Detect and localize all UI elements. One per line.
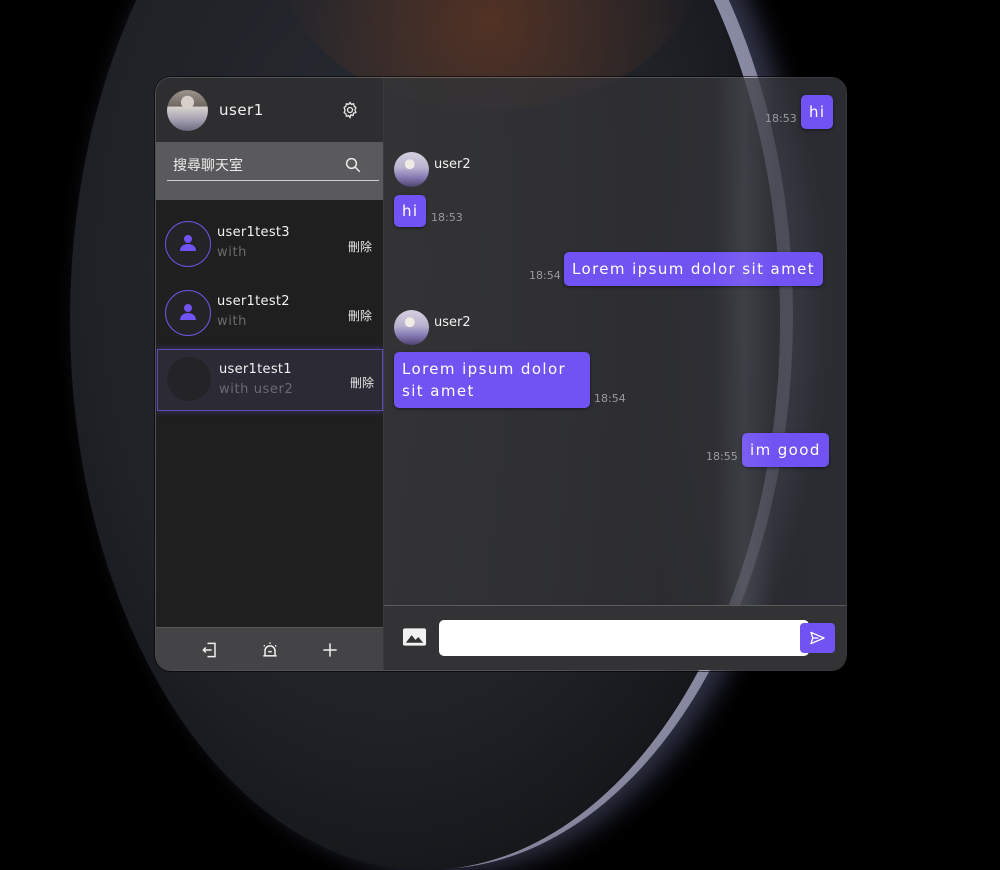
message-time: 18:53 xyxy=(431,211,463,224)
user-avatar[interactable] xyxy=(167,90,208,131)
person-icon xyxy=(180,235,196,251)
sender-avatar xyxy=(394,152,429,187)
gear-icon[interactable] xyxy=(340,100,360,120)
room-subtitle: with xyxy=(217,245,247,260)
room-avatar xyxy=(165,290,211,336)
message-time: 18:53 xyxy=(765,112,797,125)
message-time: 18:54 xyxy=(529,269,561,282)
message-time: 18:54 xyxy=(594,392,626,405)
current-username: user1 xyxy=(219,101,264,119)
incoming-message: Lorem ipsum dolor sit amet xyxy=(394,352,590,408)
search-area xyxy=(156,142,383,200)
plus-icon[interactable] xyxy=(320,640,340,660)
send-icon xyxy=(810,631,825,645)
chat-area: 18:53 hi user2 hi 18:53 18:54 Lorem ipsu… xyxy=(384,78,846,605)
outgoing-message: hi xyxy=(801,95,834,129)
room-subtitle: with xyxy=(217,314,247,329)
sender-name: user2 xyxy=(434,315,471,330)
room-item-active[interactable]: user1test1 with user2 刪除 xyxy=(157,349,383,411)
incoming-message: hi xyxy=(394,195,427,227)
search-icon[interactable] xyxy=(344,156,362,174)
image-icon[interactable] xyxy=(402,627,427,647)
sender-avatar xyxy=(394,310,429,345)
alarm-icon[interactable] xyxy=(260,640,280,660)
sender-name: user2 xyxy=(434,157,471,172)
delete-room-button[interactable]: 刪除 xyxy=(350,374,374,391)
delete-room-button[interactable]: 刪除 xyxy=(348,238,372,255)
room-subtitle: with user2 xyxy=(219,382,294,397)
sidebar: user1 user1test3 with xyxy=(156,78,384,670)
logout-icon[interactable] xyxy=(200,640,220,660)
outgoing-message: im good xyxy=(742,433,829,467)
room-list: user1test3 with 刪除 user1test2 with 刪除 us… xyxy=(156,210,383,414)
sidebar-header: user1 xyxy=(156,78,383,142)
chat-app-window: user1 user1test3 with xyxy=(155,77,847,671)
person-icon xyxy=(180,304,196,320)
room-name: user1test1 xyxy=(219,362,292,377)
room-item[interactable]: user1test3 with 刪除 xyxy=(156,210,383,276)
delete-room-button[interactable]: 刪除 xyxy=(348,307,372,324)
room-name: user1test2 xyxy=(217,294,290,309)
message-input[interactable] xyxy=(439,620,809,656)
composer-bar xyxy=(384,605,846,670)
send-button[interactable] xyxy=(800,623,835,653)
outgoing-message: Lorem ipsum dolor sit amet xyxy=(564,252,824,286)
room-avatar xyxy=(165,221,211,267)
room-name: user1test3 xyxy=(217,225,290,240)
sidebar-footer xyxy=(156,627,383,670)
room-avatar xyxy=(167,357,211,401)
room-item[interactable]: user1test2 with 刪除 xyxy=(156,279,383,345)
message-time: 18:55 xyxy=(706,450,738,463)
